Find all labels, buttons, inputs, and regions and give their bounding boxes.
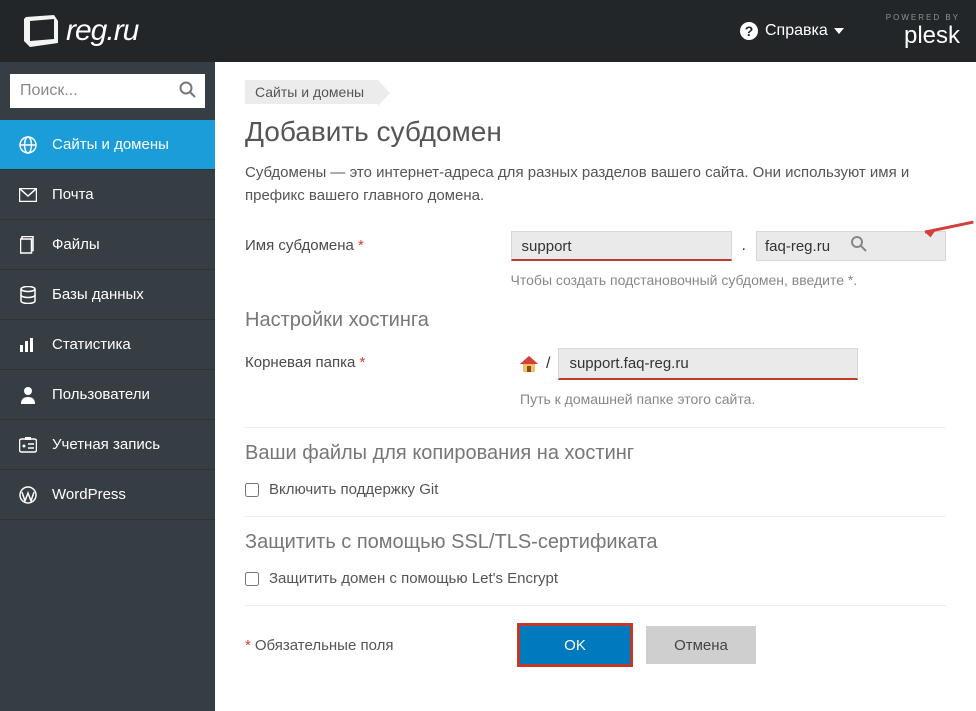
git-checkbox-row[interactable]: Включить поддержку Git xyxy=(245,481,946,498)
search-domain-icon[interactable] xyxy=(851,236,937,256)
powered-by: POWERED BY plesk xyxy=(886,13,960,50)
subdomain-hint: Чтобы создать подстановочный субдомен, в… xyxy=(511,271,941,291)
powered-brand: plesk xyxy=(886,22,960,50)
globe-icon xyxy=(18,135,38,155)
root-input[interactable] xyxy=(558,348,858,380)
sidebar-item-label: Пользователи xyxy=(52,386,150,403)
logo-text: reg.ru xyxy=(66,14,138,48)
dot-separator: . xyxy=(740,237,748,255)
section-hosting: Настройки хостинга xyxy=(245,309,946,332)
sidebar-item-mail[interactable]: Почта xyxy=(0,170,215,220)
svg-text:?: ? xyxy=(745,23,754,39)
sidebar-item-label: Статистика xyxy=(52,336,131,353)
form-footer: *Обязательные поля OK Отмена xyxy=(245,605,946,664)
nav-list: Сайты и домены Почта Файлы Базы данных С… xyxy=(0,120,215,520)
sidebar-item-label: Учетная запись xyxy=(52,436,160,453)
le-label: Защитить домен с помощью Let's Encrypt xyxy=(269,570,558,587)
top-bar: reg.ru ? Справка POWERED BY plesk xyxy=(0,0,976,62)
subdomain-label: Имя субдомена * xyxy=(245,231,511,254)
powered-label: POWERED BY xyxy=(886,13,960,22)
sidebar-item-users[interactable]: Пользователи xyxy=(0,370,215,420)
breadcrumb[interactable]: Сайты и домены xyxy=(245,80,378,104)
sidebar-item-label: Сайты и домены xyxy=(52,136,169,153)
sidebar-item-label: Базы данных xyxy=(52,286,144,303)
ok-button[interactable]: OK xyxy=(520,626,630,664)
logo-icon xyxy=(20,13,60,49)
page-title: Добавить субдомен xyxy=(245,116,946,148)
slash-separator: / xyxy=(546,355,550,373)
mail-icon xyxy=(18,185,38,205)
sidebar-item-files[interactable]: Файлы xyxy=(0,220,215,270)
help-dropdown[interactable]: ? Справка xyxy=(739,21,850,41)
required-note: *Обязательные поля xyxy=(245,637,520,654)
sidebar-item-label: WordPress xyxy=(52,486,126,503)
sidebar: Сайты и домены Почта Файлы Базы данных С… xyxy=(0,62,215,711)
brand-logo[interactable]: reg.ru xyxy=(20,13,138,49)
sidebar-item-label: Файлы xyxy=(52,236,100,253)
search-box[interactable] xyxy=(10,74,205,108)
row-root: Корневая папка * / Путь к домашней папке… xyxy=(245,348,946,410)
account-icon xyxy=(18,435,38,455)
user-icon xyxy=(18,385,38,405)
le-checkbox-row[interactable]: Защитить домен с помощью Let's Encrypt xyxy=(245,570,946,587)
help-label: Справка xyxy=(765,22,828,40)
domain-select[interactable]: faq-reg.ru xyxy=(756,231,946,261)
sidebar-item-account[interactable]: Учетная запись xyxy=(0,420,215,470)
cancel-button[interactable]: Отмена xyxy=(646,626,756,664)
section-files: Ваши файлы для копирования на хостинг xyxy=(245,427,946,465)
subdomain-input[interactable] xyxy=(511,231,732,261)
help-icon: ? xyxy=(739,21,759,41)
sidebar-item-sites[interactable]: Сайты и домены xyxy=(0,120,215,170)
root-label: Корневая папка * xyxy=(245,348,520,371)
git-checkbox[interactable] xyxy=(245,483,259,497)
search-icon[interactable] xyxy=(179,81,197,104)
files-icon xyxy=(18,235,38,255)
search-input[interactable] xyxy=(10,82,205,100)
home-icon xyxy=(520,356,538,372)
wordpress-icon xyxy=(18,485,38,505)
sidebar-item-db[interactable]: Базы данных xyxy=(0,270,215,320)
le-checkbox[interactable] xyxy=(245,572,259,586)
intro-text: Субдомены — это интернет-адреса для разн… xyxy=(245,162,945,207)
domain-value: faq-reg.ru xyxy=(765,238,851,255)
git-label: Включить поддержку Git xyxy=(269,481,438,498)
sidebar-item-stats[interactable]: Статистика xyxy=(0,320,215,370)
database-icon xyxy=(18,285,38,305)
sidebar-item-label: Почта xyxy=(52,186,94,203)
chevron-down-icon xyxy=(834,28,844,34)
main-content: Сайты и домены Добавить субдомен Субдоме… xyxy=(215,62,976,711)
stats-icon xyxy=(18,335,38,355)
sidebar-item-wordpress[interactable]: WordPress xyxy=(0,470,215,520)
root-hint: Путь к домашней папке этого сайта. xyxy=(520,390,946,410)
section-ssl: Защитить с помощью SSL/TLS-сертификата xyxy=(245,516,946,554)
row-subdomain: Имя субдомена * . faq-reg.ru Чтобы созда… xyxy=(245,231,946,291)
